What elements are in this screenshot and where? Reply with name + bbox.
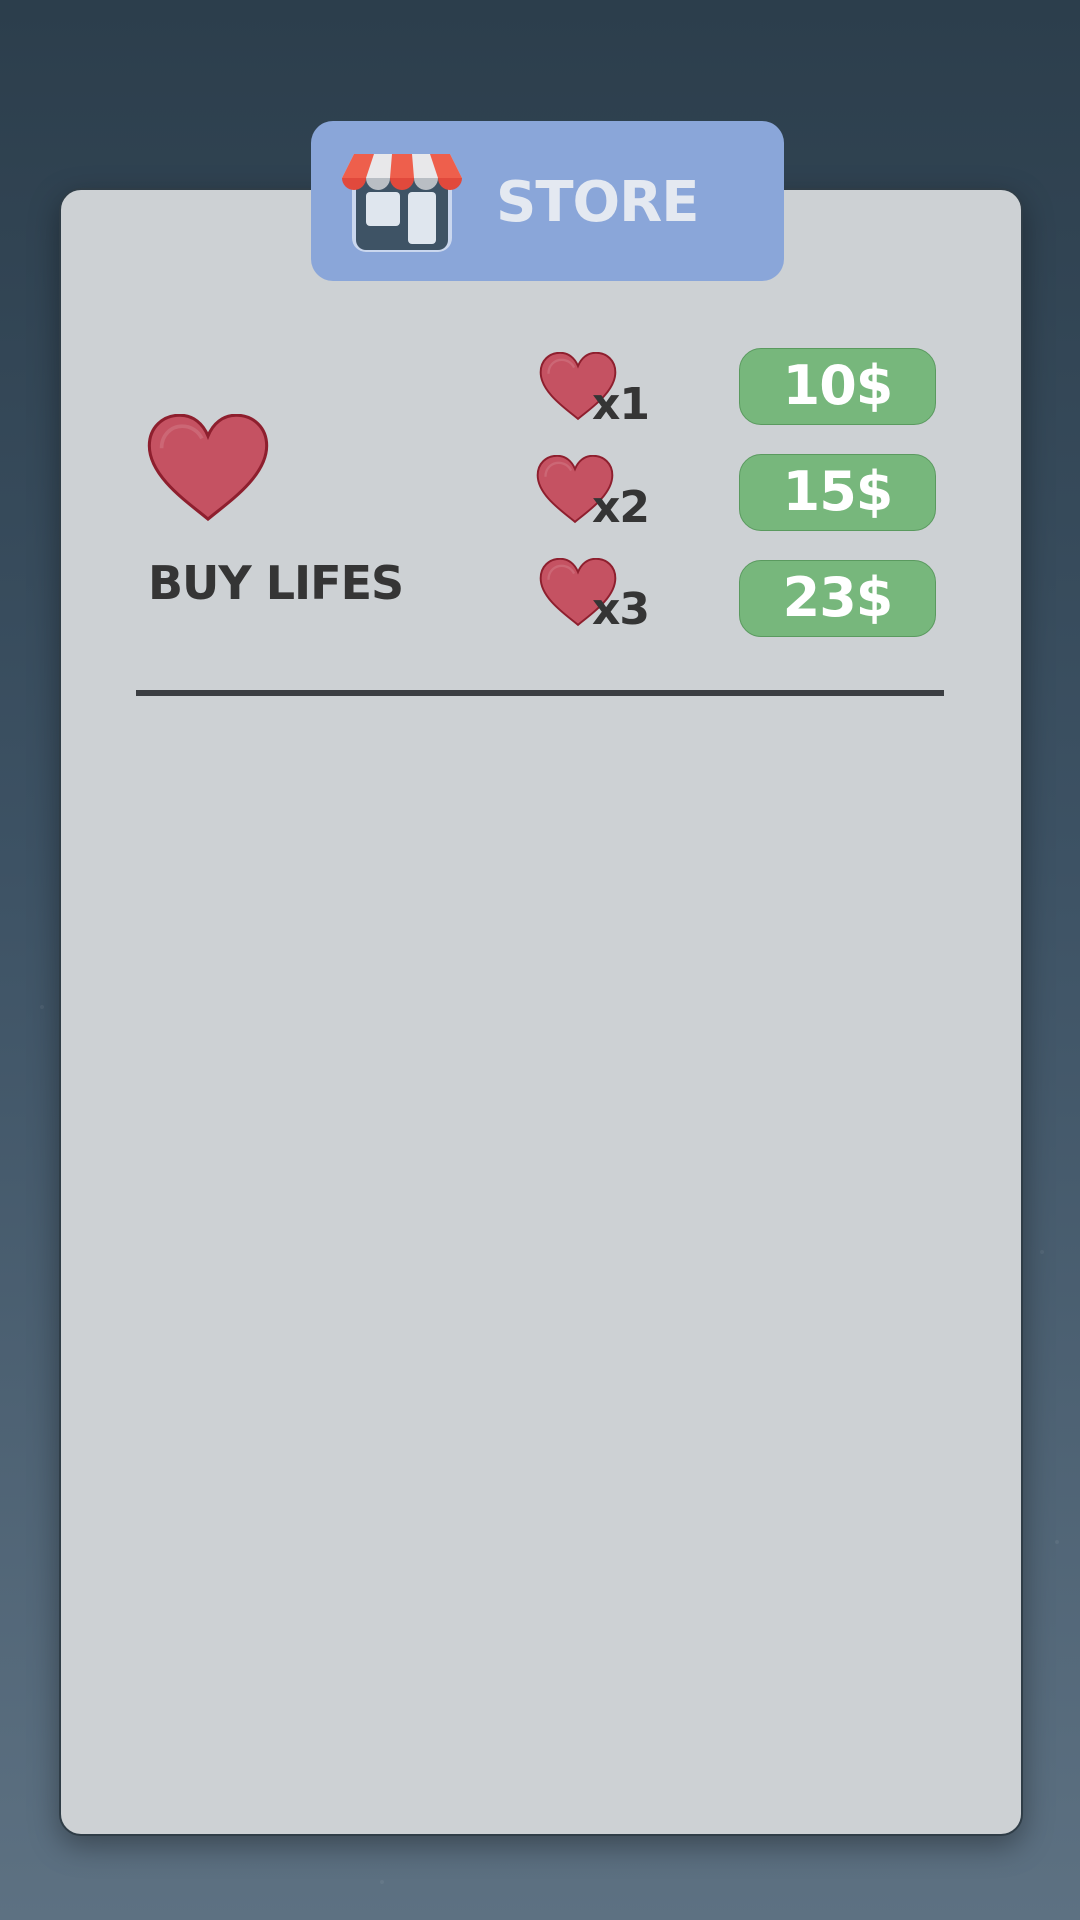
offer-quantity: x1 xyxy=(592,379,650,430)
background-speck xyxy=(380,1880,384,1884)
background-speck xyxy=(1040,1250,1044,1254)
background-speck xyxy=(1055,1540,1059,1544)
section-divider xyxy=(136,690,944,696)
buy-1-life-button[interactable]: 10$ xyxy=(739,348,936,425)
store-icon xyxy=(342,154,462,252)
store-title: STORE xyxy=(496,170,700,235)
buy-2-lives-button[interactable]: 15$ xyxy=(739,454,936,531)
offer-quantity: x2 xyxy=(592,482,650,533)
buy-3-lives-button[interactable]: 23$ xyxy=(739,560,936,637)
buy-lives-label: BUY LIFES xyxy=(148,556,404,610)
heart-icon xyxy=(146,414,270,524)
offer-quantity: x3 xyxy=(592,584,650,635)
background-speck xyxy=(40,1005,44,1009)
